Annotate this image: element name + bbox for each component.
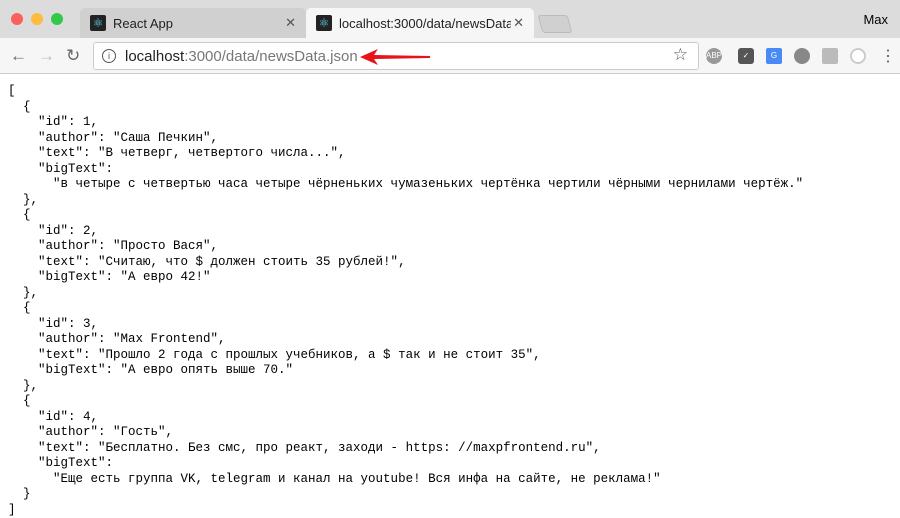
- json-line: "author": "Гость",: [8, 425, 803, 441]
- json-line: },: [8, 379, 803, 395]
- json-line: }: [8, 487, 803, 503]
- json-line: "author": "Саша Печкин",: [8, 131, 803, 147]
- react-icon: ⚛: [90, 15, 106, 31]
- back-arrow-icon[interactable]: ←: [10, 46, 27, 66]
- json-line: [: [8, 84, 803, 100]
- json-line: "text": "Считаю, что $ должен стоить 35 …: [8, 255, 803, 271]
- new-tab-button[interactable]: [538, 15, 573, 33]
- json-line: "id": 1,: [8, 115, 803, 131]
- close-window-button[interactable]: [11, 13, 23, 25]
- close-tab-icon[interactable]: ✕: [285, 15, 296, 31]
- json-line: "Еще есть группа VK, telegram и канал на…: [8, 472, 803, 488]
- drive-icon[interactable]: [822, 48, 838, 64]
- circle-extension-icon[interactable]: [850, 48, 866, 64]
- json-line: "bigText": "А евро опять выше 70.": [8, 363, 803, 379]
- url-path: :3000/data/newsData.json: [184, 48, 357, 65]
- json-line: {: [8, 394, 803, 410]
- json-line: {: [8, 208, 803, 224]
- forward-arrow-icon[interactable]: →: [38, 46, 55, 66]
- tab-news-data[interactable]: ⚛ localhost:3000/data/newsData ✕: [306, 8, 534, 38]
- json-line: "text": "Прошло 2 года с прошлых учебник…: [8, 348, 803, 364]
- tab-title: localhost:3000/data/newsData: [339, 16, 511, 31]
- zoom-window-button[interactable]: [51, 13, 63, 25]
- json-line: },: [8, 193, 803, 209]
- pocket-icon[interactable]: ✓: [738, 48, 754, 64]
- json-line: },: [8, 286, 803, 302]
- json-line: {: [8, 100, 803, 116]
- json-line: "bigText": "А евро 42!": [8, 270, 803, 286]
- menu-icon[interactable]: ⋮: [880, 46, 896, 66]
- profile-name[interactable]: Max: [863, 12, 888, 27]
- json-line: ]: [8, 503, 803, 518]
- bookmark-star-icon[interactable]: ☆: [673, 45, 688, 65]
- red-arrow-annotation: [360, 49, 430, 65]
- json-line: "author": "Max Frontend",: [8, 332, 803, 348]
- tab-title: React App: [113, 16, 173, 31]
- close-tab-icon[interactable]: ✕: [513, 15, 524, 31]
- tab-react-app[interactable]: ⚛ React App ✕: [80, 8, 306, 38]
- minimize-window-button[interactable]: [31, 13, 43, 25]
- json-line: "bigText":: [8, 456, 803, 472]
- json-line: "id": 3,: [8, 317, 803, 333]
- toolbar: ← → ↻ i localhost:3000/data/newsData.jso…: [0, 38, 900, 74]
- abp-icon[interactable]: ABP: [706, 48, 722, 64]
- json-line: "id": 4,: [8, 410, 803, 426]
- extension-icon[interactable]: [794, 48, 810, 64]
- json-line: "text": "В четверг, четвертого числа..."…: [8, 146, 803, 162]
- json-line: "bigText":: [8, 162, 803, 178]
- json-line: "id": 2,: [8, 224, 803, 240]
- json-line: "text": "Бесплатно. Без смс, про реакт, …: [8, 441, 803, 457]
- reload-icon[interactable]: ↻: [66, 46, 80, 66]
- tab-bar: ⚛ React App ✕ ⚛ localhost:3000/data/news…: [0, 0, 900, 38]
- json-viewer: [ { "id": 1, "author": "Саша Печкин", "t…: [8, 84, 803, 518]
- react-icon: ⚛: [316, 15, 332, 31]
- json-line: {: [8, 301, 803, 317]
- json-line: "author": "Просто Вася",: [8, 239, 803, 255]
- url-host: localhost: [125, 48, 184, 65]
- json-line: "в четыре с четвертью часа четыре чёрнен…: [8, 177, 803, 193]
- info-icon[interactable]: i: [102, 49, 116, 63]
- google-translate-icon[interactable]: G: [766, 48, 782, 64]
